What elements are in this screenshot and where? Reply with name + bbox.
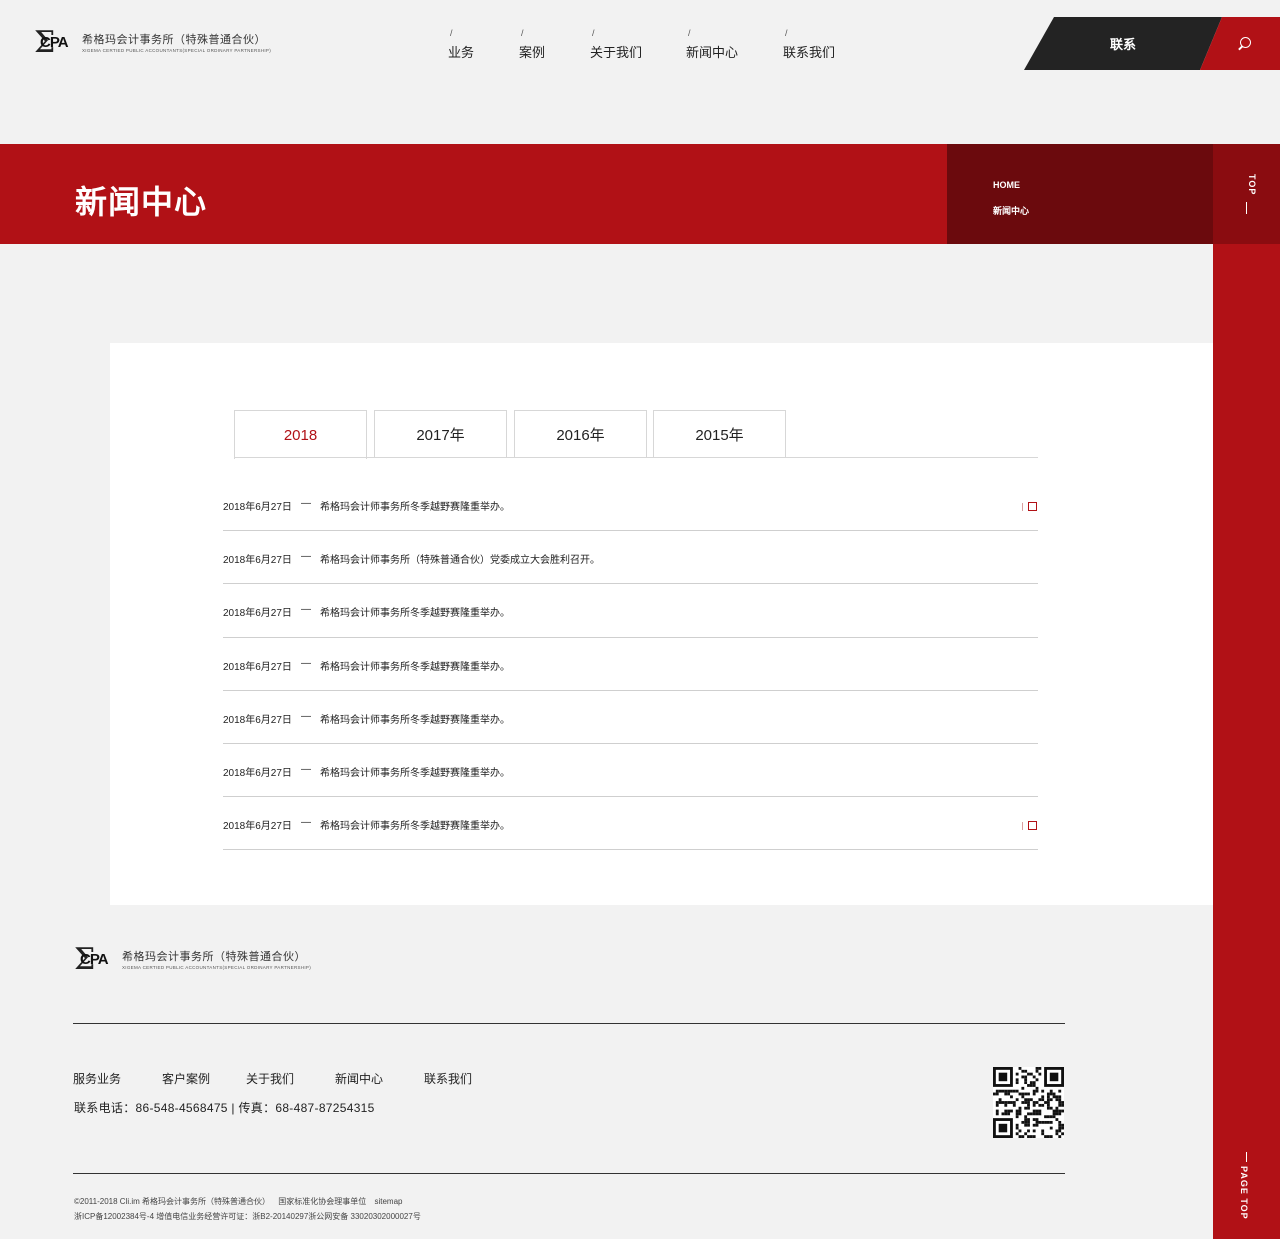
footer-logo-name-cn: 希格玛会计事务所（特殊普通合伙） xyxy=(122,951,306,963)
page-top-line-icon xyxy=(1246,1152,1247,1162)
tab-2016[interactable]: 2016年 xyxy=(514,410,647,458)
nav-slash: / xyxy=(785,28,788,38)
news-date: 2018年6月27日 xyxy=(223,555,292,567)
footer-link-news[interactable]: 新闻中心 xyxy=(335,1070,383,1087)
news-row[interactable]: 2018年6月27日 — 希格玛会计师事务所冬季越野赛隆重举办。 xyxy=(223,691,1038,744)
breadcrumb-current: 新闻中心 xyxy=(993,206,1030,216)
news-title: 希格玛会计师事务所冬季越野赛隆重举办。 xyxy=(320,714,510,726)
footer-logo-name-en: XIGEMA CERTIED PUBLIC ACCOUNTANTS(SPECIA… xyxy=(122,965,312,970)
top-label: TOP xyxy=(1247,174,1257,196)
news-title: 希格玛会计师事务所冬季越野赛隆重举办。 xyxy=(320,608,510,620)
footer-link-contact[interactable]: 联系我们 xyxy=(424,1070,472,1087)
right-rail: TOP PAGE TOP xyxy=(1213,144,1280,1239)
page-top-button[interactable]: PAGE TOP xyxy=(1236,1152,1256,1222)
tabs-divider xyxy=(234,457,1038,458)
qr-code-icon xyxy=(993,1067,1064,1138)
news-dash: — xyxy=(301,710,311,722)
tab-2015[interactable]: 2015年 xyxy=(653,410,786,458)
year-tabs: 2018 2017年 2016年 2015年 xyxy=(234,410,1038,459)
footer-copyright-line: ©2011-2018 Cli.im 希格玛会计事务所（特殊普通合伙） 国家标准化… xyxy=(74,1196,408,1207)
contact-button[interactable]: 联系 xyxy=(1024,17,1222,70)
cpa-logo-icon: Σ CPA xyxy=(74,942,109,977)
news-title: 希格玛会计师事务所冬季越野赛隆重举办。 xyxy=(320,502,510,513)
news-row[interactable]: 2018年6月27日 — 希格玛会计师事务所冬季越野赛隆重举办。 xyxy=(223,638,1038,691)
page-banner: 新闻中心 xyxy=(0,144,947,244)
cpa-logo-icon: Σ CPA xyxy=(34,25,69,60)
top-button[interactable]: TOP xyxy=(1213,144,1280,244)
footer-icp: 浙ICP备12002384号-4 增值电信业务经营许可证：浙B2-2014029… xyxy=(74,1212,421,1221)
nav-label: 联系我们 xyxy=(783,45,836,60)
nav-label: 业务 xyxy=(448,45,475,60)
news-row[interactable]: 2018年6月27日 — 希格玛会计师事务所冬季越野赛隆重举办。 xyxy=(223,478,1038,532)
news-date: 2018年6月27日 xyxy=(223,714,292,726)
news-date: 2018年6月27日 xyxy=(223,767,292,779)
news-row[interactable]: 2018年6月27日 — 希格玛会计师事务所冬季越野赛隆重举办。 xyxy=(223,797,1038,851)
logo-text: 希格玛会计事务所（特殊普通合伙） XIGEMA CERTIED PUBLIC A… xyxy=(82,34,271,54)
footer-logo-text: 希格玛会计事务所（特殊普通合伙） XIGEMA CERTIED PUBLIC A… xyxy=(122,951,311,971)
nav-label: 案例 xyxy=(519,45,546,60)
news-dash: — xyxy=(301,657,311,669)
footer-contact-info: 联系电话：86-548-4568475 | 传真：68-487-87254315 xyxy=(74,1101,375,1115)
logo-name-en: XIGEMA CERTIED PUBLIC ACCOUNTANTS(SPECIA… xyxy=(82,48,272,53)
news-date: 2018年6月27日 xyxy=(223,821,292,833)
footer-divider xyxy=(73,1023,1065,1024)
news-list: 2018年6月27日 — 希格玛会计师事务所冬季越野赛隆重举办。 2018年6月27日… xyxy=(223,478,1038,851)
news-dash: — xyxy=(301,498,311,509)
news-title: 希格玛会计师事务所冬季越野赛隆重举办。 xyxy=(320,767,510,779)
footer-divider-bottom xyxy=(73,1173,1065,1174)
logo-name-cn: 希格玛会计事务所（特殊普通合伙） xyxy=(82,34,266,46)
news-title: 希格玛会计师事务所冬季越野赛隆重举办。 xyxy=(320,821,510,833)
news-title: 希格玛会计师事务所冬季越野赛隆重举办。 xyxy=(320,661,510,673)
nav-slash: / xyxy=(450,28,453,38)
breadcrumb-home-link[interactable]: HOME xyxy=(993,180,1020,190)
news-row[interactable]: 2018年6月27日 — 希格玛会计师事务所冬季越野赛隆重举办。 xyxy=(223,584,1038,638)
news-date: 2018年6月27日 xyxy=(223,661,292,673)
news-title: 希格玛会计师事务所（特殊普通合伙）党委成立大会胜利召开。 xyxy=(320,555,600,567)
news-card: 2018 2017年 2016年 2015年 2018年6月27日 — 希格玛会计师… xyxy=(110,343,1213,905)
footer-link-cases[interactable]: 客户案例 xyxy=(162,1070,210,1087)
news-date: 2018年6月27日 xyxy=(223,502,292,513)
footer-link-about[interactable]: 关于我们 xyxy=(246,1070,294,1087)
news-link-icon[interactable] xyxy=(1022,502,1038,512)
news-row[interactable]: 2018年6月27日 — 希格玛会计师事务所冬季越野赛隆重举办。 xyxy=(223,744,1038,798)
tab-2018[interactable]: 2018 xyxy=(234,410,367,459)
footer-link-services[interactable]: 服务业务 xyxy=(73,1070,121,1087)
sitemap-link[interactable]: sitemap xyxy=(374,1197,402,1206)
news-date: 2018年6月27日 xyxy=(223,608,292,620)
association-text: 国家标准化协会理事单位 xyxy=(278,1197,367,1206)
nav-slash: / xyxy=(521,28,524,38)
copyright-text: ©2011-2018 Cli.im 希格玛会计事务所（特殊普通合伙） xyxy=(74,1197,270,1206)
news-link-icon[interactable] xyxy=(1022,821,1038,831)
news-dash: — xyxy=(301,817,311,829)
header-logo[interactable]: Σ CPA 希格玛会计事务所（特殊普通合伙） XIGEMA CERTIED PU… xyxy=(34,27,274,61)
nav-slash: / xyxy=(688,28,691,38)
tab-2017[interactable]: 2017年 xyxy=(374,410,507,458)
news-dash: — xyxy=(301,604,311,616)
news-dash: — xyxy=(301,551,311,563)
news-dash: — xyxy=(301,763,311,775)
breadcrumb: HOME 新闻中心 xyxy=(947,144,1213,244)
page-top-label: PAGE TOP xyxy=(1239,1166,1249,1220)
page-title: 新闻中心 xyxy=(75,184,208,220)
nav-slash: / xyxy=(592,28,595,38)
news-row[interactable]: 2018年6月27日 — 希格玛会计师事务所（特殊普通合伙）党委成立大会胜利召开。 xyxy=(223,531,1038,585)
footer-logo[interactable]: Σ CPA 希格玛会计事务所（特殊普通合伙） XIGEMA CERTIED PU… xyxy=(74,943,324,979)
nav-label: 新闻中心 xyxy=(686,45,739,60)
nav-label: 关于我们 xyxy=(590,45,643,60)
top-line-icon xyxy=(1246,202,1247,214)
